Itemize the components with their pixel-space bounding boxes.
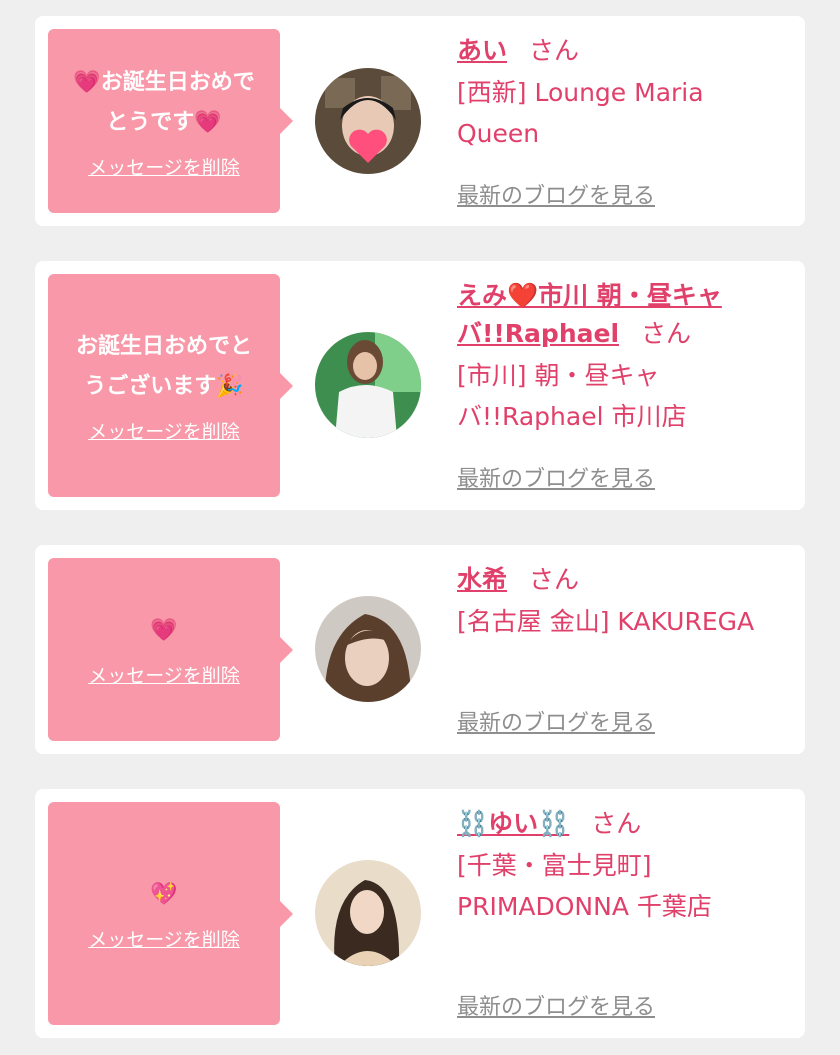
profile-info: えみ❤️市川 朝・昼キャバ!!Raphael さん [市川] 朝・昼キャバ!!Ra… — [457, 277, 787, 437]
message-bubble: 💗 メッセージを削除 — [48, 558, 293, 741]
message-text: 💗お誕生日おめで とうです💗 — [73, 69, 255, 135]
delete-message-link[interactable]: メッセージを削除 — [88, 661, 240, 688]
message-card: 💗お誕生日おめで とうです💗 メッセージを削除 あい さん [西新] Lounge… — [35, 16, 805, 226]
latest-blog-link[interactable]: 最新のブログを見る — [457, 178, 655, 210]
message-bubble: 💖 メッセージを削除 — [48, 802, 293, 1025]
message-card: お誕生日おめでと うございます🎉 メッセージを削除 えみ❤️市川 朝・昼キャバ!… — [35, 261, 805, 510]
message-bubble: 💗お誕生日おめで とうです💗 メッセージを削除 — [48, 29, 293, 213]
delete-message-link[interactable]: メッセージを削除 — [88, 925, 240, 952]
delete-message-link[interactable]: メッセージを削除 — [88, 153, 240, 180]
cast-name-link[interactable]: あい — [457, 36, 507, 65]
avatar[interactable] — [315, 68, 421, 174]
honorific: さん — [529, 36, 580, 65]
message-bubble: お誕生日おめでと うございます🎉 メッセージを削除 — [48, 274, 293, 497]
shop-name: [市川] 朝・昼キャバ!!Raphael 市川店 — [457, 361, 687, 431]
profile-info: 水希 さん [名古屋 金山] KAKUREGA — [457, 561, 787, 642]
avatar[interactable] — [315, 860, 421, 966]
message-text: 💗 — [150, 618, 178, 643]
shop-name: [西新] Lounge Maria Queen — [457, 78, 704, 148]
message-card: 💗 メッセージを削除 水希 さん [名古屋 金山] KAKUREGA 最新のブログ… — [35, 545, 805, 754]
message-card: 💖 メッセージを削除 ⛓️ゆい⛓️ さん [千葉・富士見町] PRIMADONNA… — [35, 789, 805, 1038]
message-text: 💖 — [150, 882, 178, 907]
avatar[interactable] — [315, 596, 421, 702]
avatar[interactable] — [315, 332, 421, 438]
shop-name: [名古屋 金山] KAKUREGA — [457, 607, 755, 636]
honorific: さん — [641, 319, 692, 348]
latest-blog-link[interactable]: 最新のブログを見る — [457, 989, 655, 1021]
cast-name-link[interactable]: ⛓️ゆい⛓️ — [457, 809, 569, 838]
profile-info: ⛓️ゆい⛓️ さん [千葉・富士見町] PRIMADONNA 千葉店 — [457, 805, 787, 927]
delete-message-link[interactable]: メッセージを削除 — [88, 417, 240, 444]
cast-name-link[interactable]: 水希 — [457, 565, 507, 594]
shop-name: [千葉・富士見町] PRIMADONNA 千葉店 — [457, 851, 712, 921]
message-text: お誕生日おめでと うございます🎉 — [75, 334, 252, 399]
honorific: さん — [591, 809, 642, 838]
latest-blog-link[interactable]: 最新のブログを見る — [457, 705, 655, 737]
latest-blog-link[interactable]: 最新のブログを見る — [457, 461, 655, 493]
profile-info: あい さん [西新] Lounge Maria Queen — [457, 32, 787, 154]
honorific: さん — [529, 565, 580, 594]
